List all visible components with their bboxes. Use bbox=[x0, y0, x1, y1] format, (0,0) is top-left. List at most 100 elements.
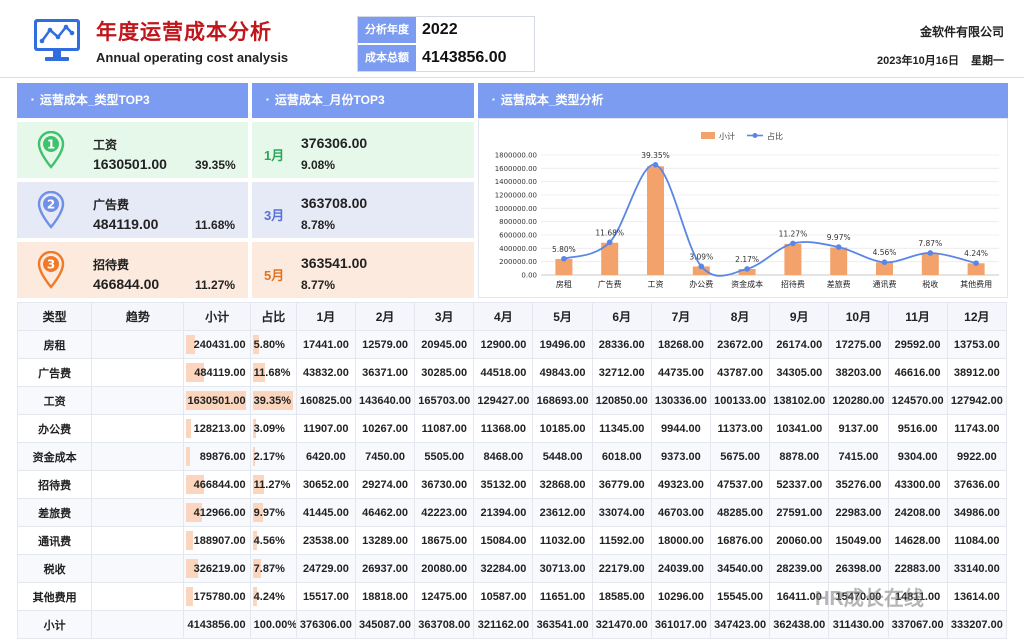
bar-8 bbox=[921, 253, 939, 275]
table-header-row: 类型 趋势 小计 占比 1月 2月 3月 4月 5月 6月 7月 8月 9月 10月 11月 12月 bbox=[16, 302, 1008, 331]
column-header[interactable]: 占比 bbox=[249, 302, 297, 331]
subtotal-text: 4143856.00 bbox=[187, 618, 246, 631]
dashboard: { "header": { "title": "年度运营成本分析", "subt… bbox=[0, 0, 1024, 640]
column-header[interactable]: 7月 bbox=[650, 302, 712, 331]
trend-cell bbox=[91, 358, 185, 387]
share-point-2 bbox=[652, 162, 659, 168]
month-value-cell: 9944.00 bbox=[650, 414, 712, 443]
year-value[interactable]: 2022 bbox=[422, 17, 458, 43]
subtotal-cell: 128213.00 bbox=[183, 414, 251, 443]
month-value-cell: 22983.00 bbox=[828, 498, 889, 527]
legend-swatch-marker bbox=[752, 133, 758, 138]
trend-cell bbox=[91, 526, 185, 555]
month-value-cell: 49323.00 bbox=[650, 470, 712, 499]
month-value-cell: 321470.00 bbox=[591, 610, 652, 639]
bar-5 bbox=[784, 243, 802, 275]
month-value-cell: 15545.00 bbox=[709, 582, 771, 611]
table-row[interactable]: 房租 240431.00 5.80% 17441.00 12579.00 20945.00… bbox=[16, 330, 1008, 359]
month-value-cell: 10267.00 bbox=[354, 414, 416, 443]
month-value-cell: 5505.00 bbox=[414, 442, 475, 471]
month-value-cell: 361017.00 bbox=[650, 610, 712, 639]
month-value-cell: 43787.00 bbox=[709, 358, 771, 387]
month-value-cell: 47537.00 bbox=[709, 470, 771, 499]
column-header[interactable]: 12月 bbox=[946, 302, 1008, 331]
share-text: 100.00% bbox=[253, 618, 297, 631]
table-row[interactable]: 资金成本 89876.00 2.17% 6420.00 7450.00 5505.00 84… bbox=[16, 442, 1008, 471]
month-value-cell: 11373.00 bbox=[709, 414, 771, 443]
month-value-cell: 130336.00 bbox=[650, 386, 712, 415]
month-value-cell: 20080.00 bbox=[414, 554, 475, 583]
column-header[interactable]: 9月 bbox=[769, 302, 830, 331]
legend-swatch-bar bbox=[701, 132, 715, 139]
combo-chart: 小计 占比 1800000.00 1600000.00 1400000.00 120000… bbox=[495, 131, 999, 289]
company-name: 金软件有限公司 bbox=[919, 25, 1004, 39]
table-row[interactable]: 招待费 466844.00 11.27% 30652.00 29274.00 36730.… bbox=[16, 470, 1008, 499]
svg-text:2: 2 bbox=[47, 198, 55, 212]
month-value-cell: 8468.00 bbox=[473, 442, 534, 471]
month-value-cell: 36371.00 bbox=[354, 358, 416, 387]
share-cell: 39.35% bbox=[249, 386, 297, 415]
month-value-cell: 9137.00 bbox=[828, 414, 889, 443]
year-label: 分析年度 bbox=[358, 17, 416, 43]
month-value-cell: 41445.00 bbox=[295, 498, 356, 527]
column-header[interactable]: 6月 bbox=[591, 302, 652, 331]
table-row[interactable]: 通讯费 188907.00 4.56% 23538.00 13289.00 18675.0… bbox=[16, 526, 1008, 555]
share-cell: 11.68% bbox=[249, 358, 297, 387]
x-tick-label: 招待费 bbox=[781, 279, 805, 289]
column-header[interactable]: 1月 bbox=[295, 302, 356, 331]
table-row[interactable]: 小计 4143856.00 100.00% 376306.00 345087.00 363… bbox=[16, 610, 1008, 639]
x-tick-label: 差旅费 bbox=[827, 279, 851, 289]
column-header[interactable]: 趋势 bbox=[91, 302, 185, 331]
share-point-9 bbox=[973, 260, 979, 266]
column-header[interactable]: 11月 bbox=[887, 302, 948, 331]
month-value-cell: 30652.00 bbox=[295, 470, 356, 499]
type-cell: 税收 bbox=[16, 554, 93, 583]
type-top-3-value: 466844.00 bbox=[93, 276, 160, 292]
type-top-1-value: 1630501.00 bbox=[93, 156, 167, 172]
month-value-cell: 165703.00 bbox=[414, 386, 475, 415]
month-value-cell: 18818.00 bbox=[354, 582, 416, 611]
subtotal-cell: 89876.00 bbox=[183, 442, 251, 471]
column-header[interactable]: 3月 bbox=[414, 302, 475, 331]
share-text: 11.68% bbox=[253, 366, 291, 379]
table-row[interactable]: 办公费 128213.00 3.09% 11907.00 10267.00 11087.0… bbox=[16, 414, 1008, 443]
column-header[interactable]: 4月 bbox=[473, 302, 534, 331]
table-row[interactable]: 差旅费 412966.00 9.97% 41445.00 46462.00 42223.0… bbox=[16, 498, 1008, 527]
share-cell: 7.87% bbox=[249, 554, 297, 583]
table-row[interactable]: 广告费 484119.00 11.68% 43832.00 36371.00 30285.… bbox=[16, 358, 1008, 387]
share-cell: 3.09% bbox=[249, 414, 297, 443]
y-tick-label: 1600000.00 bbox=[495, 165, 537, 173]
map-pin-2-icon: 2 bbox=[37, 191, 65, 229]
month-value-cell: 11592.00 bbox=[591, 526, 652, 555]
month-value-cell: 30713.00 bbox=[532, 554, 593, 583]
month-value-cell: 9922.00 bbox=[946, 442, 1008, 471]
map-pin-1-icon: 1 bbox=[37, 131, 65, 169]
month-value-cell: 138102.00 bbox=[769, 386, 830, 415]
legend-label: 占比 bbox=[767, 131, 783, 141]
month-value-cell: 11087.00 bbox=[414, 414, 475, 443]
month-value-cell: 46462.00 bbox=[354, 498, 416, 527]
column-header[interactable]: 类型 bbox=[16, 302, 93, 331]
column-header[interactable]: 小计 bbox=[183, 302, 251, 331]
subtotal-text: 326219.00 bbox=[193, 562, 246, 575]
month-top-2-label: 3月 bbox=[264, 208, 285, 223]
subtotal-cell: 412966.00 bbox=[183, 498, 251, 527]
column-header[interactable]: 5月 bbox=[532, 302, 593, 331]
column-header[interactable]: 2月 bbox=[354, 302, 416, 331]
summary-box: 分析年度 2022 成本总额 4143856.00 bbox=[357, 16, 535, 72]
share-data-label: 4.56% bbox=[873, 248, 897, 257]
month-value-cell: 13289.00 bbox=[354, 526, 416, 555]
column-header[interactable]: 8月 bbox=[709, 302, 771, 331]
subtotal-cell: 188907.00 bbox=[183, 526, 251, 555]
month-value-cell: 9516.00 bbox=[887, 414, 948, 443]
month-value-cell: 17441.00 bbox=[295, 330, 356, 359]
month-top-3-pct: 8.77% bbox=[301, 278, 336, 292]
type-cell: 差旅费 bbox=[16, 498, 93, 527]
column-header[interactable]: 10月 bbox=[828, 302, 889, 331]
table-row[interactable]: 税收 326219.00 7.87% 24729.00 26937.00 20080.00… bbox=[16, 554, 1008, 583]
subtotal-cell: 1630501.00 bbox=[183, 386, 251, 415]
table-row[interactable]: 工资 1630501.00 39.35% 160825.00 143640.00 1657… bbox=[16, 386, 1008, 415]
month-value-cell: 26937.00 bbox=[354, 554, 416, 583]
month-value-cell: 376306.00 bbox=[295, 610, 356, 639]
month-value-cell: 9304.00 bbox=[887, 442, 948, 471]
